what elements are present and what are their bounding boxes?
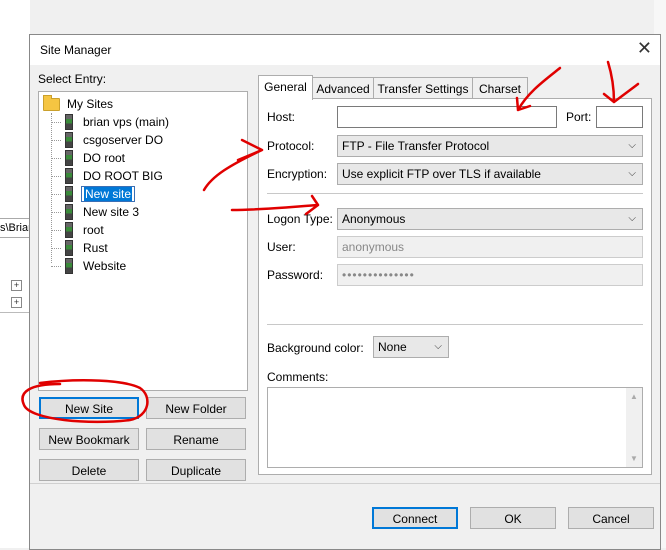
password-label: Password:: [267, 268, 324, 282]
tree-item-label: brian vps (main): [83, 115, 170, 129]
comments-textarea[interactable]: ▲ ▼: [267, 387, 643, 468]
tree-item[interactable]: New site 3: [51, 203, 141, 221]
tree-item[interactable]: brian vps (main): [51, 113, 171, 131]
port-label: Port:: [566, 110, 592, 124]
scroll-up-icon[interactable]: ▲: [630, 392, 638, 401]
server-icon: [65, 114, 73, 130]
protocol-select[interactable]: FTP - File Transfer Protocol ⌵: [337, 135, 643, 157]
folder-icon: [43, 94, 60, 111]
tree-item[interactable]: csgoserver DO: [51, 131, 165, 149]
password-input[interactable]: ••••••••••••••: [337, 264, 643, 286]
server-icon: [65, 132, 73, 148]
host-label: Host:: [267, 110, 296, 124]
background-app: s\Brian + +: [0, 0, 30, 548]
expand-icon[interactable]: +: [11, 280, 22, 291]
comments-label: Comments:: [267, 370, 329, 384]
connect-button[interactable]: Connect: [372, 507, 458, 529]
background-color-label: Background color:: [267, 341, 364, 355]
tree-item-label: Website: [83, 259, 127, 273]
port-input[interactable]: [596, 106, 643, 128]
server-icon: [65, 258, 73, 274]
dialog-title: Site Manager: [40, 43, 112, 57]
select-entry-label: Select Entry:: [38, 72, 107, 86]
tab-general[interactable]: General: [258, 75, 313, 100]
new-bookmark-button[interactable]: New Bookmark: [39, 428, 139, 450]
encryption-select[interactable]: Use explicit FTP over TLS if available ⌵: [337, 163, 643, 185]
server-icon: [65, 168, 73, 184]
tree-item[interactable]: DO ROOT BIG: [51, 167, 165, 185]
new-folder-button[interactable]: New Folder: [146, 397, 246, 419]
rename-button[interactable]: Rename: [146, 428, 246, 450]
tree-item-label: root: [83, 223, 104, 237]
server-icon: [65, 222, 73, 238]
close-icon[interactable]: ✕: [637, 38, 652, 59]
server-icon: [65, 204, 73, 220]
tree-item[interactable]: DO root: [51, 149, 127, 167]
chevron-down-icon: ⌵: [628, 140, 636, 151]
general-panel: Host: Port: Protocol: FTP - File Transfe…: [258, 98, 652, 475]
expand-icon[interactable]: +: [11, 297, 22, 308]
tree-item-label: New site 3: [83, 205, 140, 219]
tree-root-my-sites[interactable]: My Sites: [43, 94, 115, 111]
new-site-button[interactable]: New Site: [39, 397, 139, 419]
duplicate-button[interactable]: Duplicate: [146, 459, 246, 481]
tree-item[interactable]: Rust: [51, 239, 110, 257]
divider: [267, 324, 643, 325]
logon-type-label: Logon Type:: [267, 212, 333, 226]
site-tree[interactable]: My Sites brian vps (main) csgoserver DO DO…: [38, 91, 248, 391]
chevron-down-icon: ⌵: [628, 213, 636, 224]
tree-item[interactable]: New site: [51, 185, 136, 203]
protocol-label: Protocol:: [267, 139, 315, 153]
user-input[interactable]: anonymous: [337, 236, 643, 258]
tree-item-label: csgoserver DO: [83, 133, 164, 147]
tab-transfer-settings[interactable]: Transfer Settings: [373, 77, 473, 99]
divider: [267, 193, 643, 194]
tree-item-label: DO root: [83, 151, 126, 165]
site-manager-dialog: Site Manager ✕ Select Entry: My Sites br…: [29, 34, 661, 550]
tree-item-label: New site: [81, 186, 136, 202]
cancel-button[interactable]: Cancel: [568, 507, 654, 529]
tab-charset[interactable]: Charset: [472, 77, 528, 99]
server-icon: [65, 186, 73, 202]
title-bar: Site Manager ✕: [30, 35, 660, 65]
delete-button[interactable]: Delete: [39, 459, 139, 481]
background-path: s\Brian: [0, 218, 30, 238]
chevron-down-icon: ⌵: [434, 341, 442, 352]
tree-item-label: Rust: [83, 241, 108, 255]
server-icon: [65, 150, 73, 166]
host-input[interactable]: [337, 106, 557, 128]
logon-type-select[interactable]: Anonymous ⌵: [337, 208, 643, 230]
tab-advanced[interactable]: Advanced: [312, 77, 374, 99]
ok-button[interactable]: OK: [470, 507, 556, 529]
server-icon: [65, 240, 73, 256]
tree-item[interactable]: root: [51, 221, 106, 239]
scrollbar[interactable]: ▲ ▼: [626, 388, 642, 467]
chevron-down-icon: ⌵: [628, 168, 636, 179]
scroll-down-icon[interactable]: ▼: [630, 454, 638, 463]
background-color-select[interactable]: None ⌵: [373, 336, 449, 358]
user-label: User:: [267, 240, 296, 254]
tree-item-label: DO ROOT BIG: [83, 169, 163, 183]
tree-item[interactable]: Website: [51, 257, 128, 275]
encryption-label: Encryption:: [267, 167, 328, 181]
